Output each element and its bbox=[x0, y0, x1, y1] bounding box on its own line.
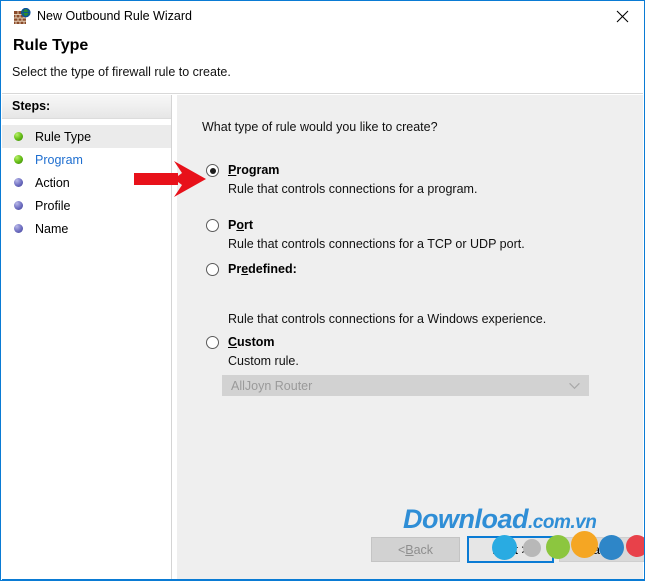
custom-radio[interactable] bbox=[206, 336, 219, 349]
back-button-pre: < bbox=[397, 542, 406, 557]
sidebar-item-program[interactable]: Program bbox=[2, 148, 171, 171]
option-program-label-rest: rogram bbox=[236, 163, 280, 177]
sidebar-item-label: Rule Type bbox=[35, 129, 92, 144]
sidebar-item-label: Name bbox=[35, 221, 69, 236]
wizard-window: New Outbound Rule Wizard Rule Type Selec… bbox=[0, 0, 645, 581]
step-bullet-icon bbox=[14, 178, 23, 187]
predefined-radio[interactable] bbox=[206, 263, 219, 276]
content-pane: What type of rule would you like to crea… bbox=[177, 95, 643, 580]
option-custom-accesskey: C bbox=[228, 335, 238, 349]
cancel-button[interactable]: Cancel bbox=[559, 537, 644, 562]
close-button[interactable] bbox=[600, 1, 644, 31]
step-bullet-icon bbox=[14, 224, 23, 233]
next-button[interactable]: Ne xt > bbox=[467, 536, 554, 563]
back-button-accesskey: B bbox=[405, 542, 414, 557]
back-button[interactable]: < Back bbox=[371, 537, 460, 562]
next-button-rest: xt > bbox=[508, 542, 529, 557]
chevron-down-icon bbox=[569, 382, 580, 389]
page-subtitle: Select the type of firewall rule to crea… bbox=[12, 65, 231, 79]
option-port-label-rest: rt bbox=[243, 218, 254, 232]
option-predefined-label-pre: Pr bbox=[228, 262, 242, 276]
port-radio[interactable] bbox=[206, 219, 219, 232]
step-bullet-icon bbox=[14, 155, 23, 164]
sidebar-item-label: Program bbox=[35, 152, 83, 167]
option-custom-label: Custom bbox=[228, 335, 275, 349]
firewall-globe-icon bbox=[14, 7, 31, 25]
next-button-pre: N bbox=[492, 542, 502, 557]
window-title: New Outbound Rule Wizard bbox=[37, 9, 192, 23]
option-custom-description: Custom rule. bbox=[228, 354, 299, 368]
sidebar-item-rule-type[interactable]: Rule Type bbox=[2, 125, 171, 148]
sidebar-item-label: Profile bbox=[35, 198, 71, 213]
option-predefined-label-rest: defined: bbox=[248, 262, 297, 276]
back-button-rest: ack bbox=[413, 542, 434, 557]
option-program[interactable]: Program Rule that controls connections f… bbox=[206, 163, 477, 196]
option-predefined[interactable]: Predefined: Rule that controls connectio… bbox=[206, 262, 546, 326]
option-port-label: Port bbox=[228, 218, 253, 232]
step-bullet-icon bbox=[14, 132, 23, 141]
sidebar-item-name[interactable]: Name bbox=[2, 217, 171, 240]
steps-sidebar: Steps: Rule Type Program Action Profile … bbox=[2, 95, 172, 580]
next-button-accesskey: e bbox=[501, 542, 509, 557]
option-custom-label-rest: ustom bbox=[237, 335, 275, 349]
predefined-dropdown[interactable]: AllJoyn Router bbox=[222, 375, 589, 396]
option-port-accesskey: o bbox=[236, 218, 244, 232]
page-title: Rule Type bbox=[13, 37, 89, 54]
steps-header-label: Steps: bbox=[12, 99, 51, 113]
option-predefined-description: Rule that controls connections for a Win… bbox=[228, 312, 547, 326]
option-port[interactable]: Port Rule that controls connections for … bbox=[206, 218, 525, 251]
option-port-description: Rule that controls connections for a TCP… bbox=[228, 237, 525, 251]
title-bar: New Outbound Rule Wizard bbox=[1, 1, 644, 32]
window-bottom-edge bbox=[2, 579, 644, 580]
option-custom[interactable]: Custom Custom rule. bbox=[206, 335, 299, 368]
predefined-dropdown-value: AllJoyn Router bbox=[231, 378, 313, 393]
content-question: What type of rule would you like to crea… bbox=[202, 120, 438, 134]
option-program-description: Rule that controls connections for a pro… bbox=[228, 182, 478, 196]
cancel-button-label: Cancel bbox=[584, 542, 623, 557]
step-bullet-icon bbox=[14, 201, 23, 210]
close-icon bbox=[616, 10, 628, 22]
sidebar-item-action[interactable]: Action bbox=[2, 171, 171, 194]
option-predefined-label: Predefined: bbox=[228, 262, 297, 276]
sidebar-item-profile[interactable]: Profile bbox=[2, 194, 171, 217]
page-header: Rule Type Select the type of firewall ru… bbox=[2, 32, 643, 94]
sidebar-item-label: Action bbox=[35, 175, 70, 190]
option-program-label: Program bbox=[228, 163, 279, 177]
steps-header: Steps: bbox=[2, 95, 171, 119]
program-radio[interactable] bbox=[206, 164, 219, 177]
